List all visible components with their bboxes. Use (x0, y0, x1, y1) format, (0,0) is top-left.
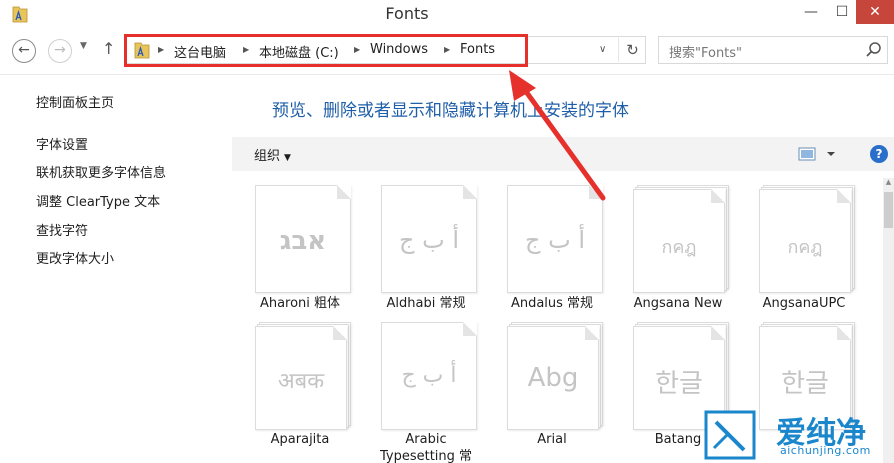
font-preview: אבג (255, 185, 351, 293)
font-sample: 한글 (781, 369, 829, 399)
font-preview: अबक (255, 326, 347, 430)
breadcrumb-fonts[interactable]: Fonts (460, 42, 495, 57)
font-settings-link[interactable]: 字体设置 (36, 134, 88, 153)
control-panel-home-link[interactable]: 控制面板主页 (36, 92, 114, 111)
change-font-size-link[interactable]: 更改字体大小 (36, 248, 114, 267)
font-name: Aharoni 粗体 (259, 296, 341, 311)
address-history-dropdown[interactable]: ∨ (599, 44, 606, 55)
font-preview: أ ب ج (381, 185, 477, 293)
refresh-button[interactable]: ↻ (618, 38, 646, 62)
font-sample: אבג (279, 226, 327, 256)
minimize-button[interactable]: — (796, 0, 826, 24)
font-name: Arabic Typesetting 常 (379, 432, 473, 463)
font-sample: Abg (527, 363, 579, 393)
font-sample: أ ب ج (398, 226, 459, 254)
navigation-bar: ← → ▼ ↑ ▶ 这台电脑 ▶ 本地磁盘 (C:) ▶ Windows ▶ F… (0, 31, 894, 75)
organize-label: 组织 (254, 149, 281, 164)
font-preview: أ ب ج (381, 322, 477, 430)
font-sample: أ ب ج (524, 226, 585, 254)
organize-menu[interactable]: 组织 ▼ (254, 145, 291, 164)
font-name: Aldhabi 常规 (386, 296, 466, 311)
font-sample: अबक (277, 369, 325, 394)
up-button[interactable]: ↑ (102, 39, 115, 58)
scroll-up-icon[interactable]: ▲ (883, 178, 894, 190)
search-icon[interactable] (865, 41, 883, 59)
get-font-info-online-link[interactable]: 联机获取更多字体信息 (36, 162, 166, 181)
font-name: Aparajita (270, 432, 330, 447)
watermark: 爱纯净 aichunjing.com (700, 404, 894, 463)
font-name: AngsanaUPC (762, 296, 846, 311)
search-box[interactable]: 搜索"Fonts" (658, 36, 888, 64)
font-name: Angsana New (633, 296, 723, 311)
close-button[interactable]: ✕ (856, 0, 894, 24)
font-sample: กคฎ (661, 237, 697, 258)
view-icon[interactable] (798, 146, 838, 162)
font-name: Arial (537, 432, 567, 447)
maximize-button[interactable]: ☐ (828, 0, 856, 24)
search-placeholder: 搜索"Fonts" (669, 46, 743, 61)
font-preview: กคฎ (759, 189, 851, 293)
chevron-down-icon: ▼ (284, 153, 291, 163)
breadcrumb-this-pc[interactable]: 这台电脑 (174, 42, 226, 61)
breadcrumb-local-disk[interactable]: 本地磁盘 (C:) (259, 42, 339, 61)
font-sample: 한글 (655, 369, 703, 399)
breadcrumb-separator-icon[interactable]: ▶ (158, 45, 164, 54)
breadcrumb-separator-icon[interactable]: ▶ (354, 45, 360, 54)
font-sample: กคฎ (787, 237, 823, 258)
font-name: Andalus 常规 (510, 296, 594, 311)
scroll-thumb[interactable] (884, 192, 893, 228)
address-bar[interactable]: ▶ 这台电脑 ▶ 本地磁盘 (C:) ▶ Windows ▶ Fonts ∨ ↻ (124, 36, 646, 64)
font-preview: أ ب ج (507, 185, 603, 293)
find-character-link[interactable]: 查找字符 (36, 220, 88, 239)
folder-icon (134, 42, 150, 59)
command-bar: 组织 ▼ ? (232, 137, 894, 171)
page-heading: 预览、删除或者显示和隐藏计算机上安装的字体 (272, 101, 629, 121)
watermark-url: aichunjing.com (780, 444, 871, 457)
watermark-logo-icon (704, 410, 756, 460)
forward-button[interactable]: → (48, 39, 72, 63)
font-preview: กคฎ (633, 189, 725, 293)
adjust-cleartype-link[interactable]: 调整 ClearType 文本 (36, 191, 160, 210)
recent-locations-button[interactable]: ▼ (80, 41, 87, 51)
title-bar: Fonts — ☐ ✕ (0, 0, 894, 31)
back-button[interactable]: ← (12, 39, 36, 63)
font-preview: Abg (507, 326, 599, 430)
window-title: Fonts (385, 4, 429, 23)
breadcrumb-windows[interactable]: Windows (370, 42, 428, 57)
breadcrumb-separator-icon[interactable]: ▶ (243, 45, 249, 54)
help-icon[interactable]: ? (870, 145, 888, 163)
font-sample: أ ب ج (401, 363, 457, 388)
breadcrumb-separator-icon[interactable]: ▶ (444, 45, 450, 54)
